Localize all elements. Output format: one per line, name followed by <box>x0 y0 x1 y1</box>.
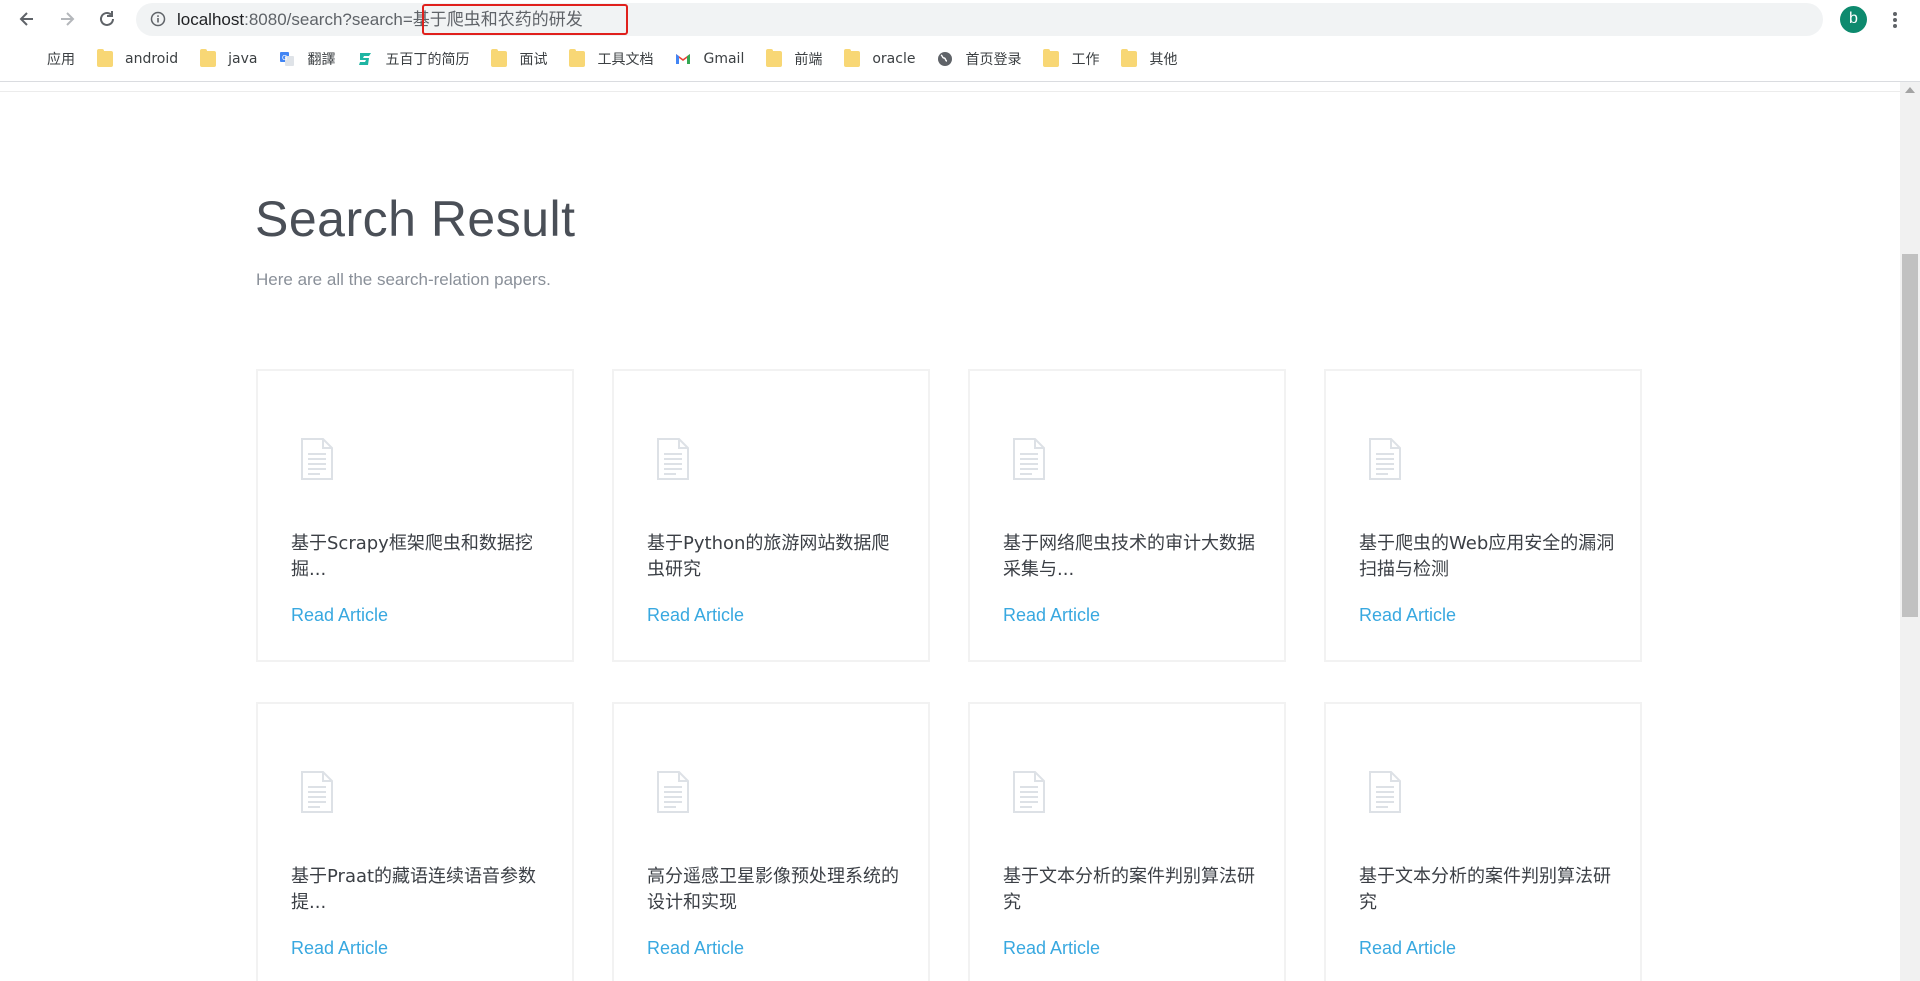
read-article-link[interactable]: Read Article <box>291 938 388 959</box>
page-title: Search Result <box>255 191 576 247</box>
gmail-icon <box>676 54 691 64</box>
card-title: 基于Scrapy框架爬虫和数据挖掘... <box>291 533 533 580</box>
read-article-link[interactable]: Read Article <box>1003 938 1100 959</box>
result-card: 基于爬虫的Web应用安全的漏洞扫描与检测 Read Article <box>1324 369 1642 662</box>
page-content: Search Result Here are all the search-re… <box>0 82 1900 981</box>
card-title: 基于网络爬虫技术的审计大数据采集与... <box>1003 533 1255 580</box>
scroll-up-arrow-icon[interactable] <box>1905 87 1915 93</box>
bookmark-label: 其他 <box>1149 52 1178 68</box>
card-title: 基于爬虫的Web应用安全的漏洞扫描与检测 <box>1359 533 1615 580</box>
resume-site-icon <box>359 53 372 65</box>
bookmark-frontend[interactable]: 前端 <box>766 49 822 69</box>
reload-button[interactable] <box>94 6 120 32</box>
bookmark-android[interactable]: android <box>97 49 179 67</box>
document-icon <box>1013 771 1045 813</box>
more-menu-icon[interactable] <box>1885 8 1905 32</box>
result-card: 基于Praat的藏语连续语音参数提... Read Article <box>256 702 574 981</box>
card-title: 基于文本分析的案件判别算法研究 <box>1359 866 1611 913</box>
bookmark-label: android <box>125 51 179 67</box>
bookmark-oracle[interactable]: oracle <box>844 49 916 67</box>
bookmark-label: 翻譯 <box>307 52 336 68</box>
folder-icon <box>1121 49 1138 67</box>
bookmark-label: oracle <box>872 51 916 67</box>
read-article-link[interactable]: Read Article <box>1359 605 1456 626</box>
svg-text:G: G <box>282 55 287 62</box>
bookmark-label: 工具文档 <box>597 52 654 68</box>
translate-icon: G <box>280 52 295 66</box>
read-article-link[interactable]: Read Article <box>291 605 388 626</box>
document-icon <box>301 771 333 813</box>
forward-button[interactable] <box>54 6 80 32</box>
bookmark-label: 五百丁的简历 <box>385 52 470 68</box>
reload-icon <box>100 11 114 26</box>
document-icon <box>1369 771 1401 813</box>
bookmark-work[interactable]: 工作 <box>1043 49 1099 69</box>
back-button[interactable] <box>14 6 40 32</box>
bookmark-tool-docs[interactable]: 工具文档 <box>569 49 653 69</box>
bookmark-translate[interactable]: G 翻譯 <box>279 49 335 69</box>
bookmarks-bar: 应用 android java G 翻譯 五百丁的简历 面试 工具文档 Gmai… <box>0 44 1920 74</box>
bookmark-label: Gmail <box>703 51 745 67</box>
result-card: 基于文本分析的案件判别算法研究 Read Article <box>1324 702 1642 981</box>
result-card: 基于文本分析的案件判别算法研究 Read Article <box>968 702 1286 981</box>
folder-icon <box>766 49 783 67</box>
profile-avatar[interactable]: b <box>1840 6 1867 33</box>
folder-icon <box>844 49 861 67</box>
page-scrollbar[interactable] <box>1900 82 1920 981</box>
bookmark-other[interactable]: 其他 <box>1121 49 1177 69</box>
result-card: 基于网络爬虫技术的审计大数据采集与... Read Article <box>968 369 1286 662</box>
bookmark-apps[interactable]: 应用 <box>19 49 75 69</box>
bookmark-home-login[interactable]: 首页登录 <box>937 49 1021 69</box>
bookmark-interview[interactable]: 面试 <box>491 49 547 69</box>
arrow-left-icon <box>19 12 33 26</box>
info-icon[interactable] <box>150 11 166 27</box>
globe-icon <box>938 52 953 66</box>
card-title: 基于文本分析的案件判别算法研究 <box>1003 866 1255 913</box>
bookmark-java[interactable]: java <box>200 49 258 67</box>
browser-toolbar: localhost:8080/search?search=基于爬虫和农药的研发 … <box>0 0 1920 38</box>
read-article-link[interactable]: Read Article <box>1003 605 1100 626</box>
card-title: 高分遥感卫星影像预处理系统的设计和实现 <box>647 866 899 913</box>
page-subtitle: Here are all the search-relation papers. <box>256 270 551 289</box>
bookmark-label: 应用 <box>47 52 75 68</box>
result-card: 高分遥感卫星影像预处理系统的设计和实现 Read Article <box>612 702 930 981</box>
arrow-right-icon <box>61 12 75 26</box>
read-article-link[interactable]: Read Article <box>647 938 744 959</box>
bookmark-resume[interactable]: 五百丁的简历 <box>357 49 469 69</box>
folder-icon <box>491 49 508 67</box>
bookmark-label: 面试 <box>519 52 548 68</box>
address-bar[interactable]: localhost:8080/search?search=基于爬虫和农药的研发 <box>136 3 1823 36</box>
bookmark-label: java <box>228 51 258 67</box>
header-divider <box>0 91 1900 92</box>
result-card: 基于Scrapy框架爬虫和数据挖掘... Read Article <box>256 369 574 662</box>
url-highlight-box <box>422 4 628 35</box>
read-article-link[interactable]: Read Article <box>647 605 744 626</box>
document-icon <box>1013 438 1045 480</box>
scrollbar-thumb[interactable] <box>1902 254 1918 617</box>
results-grid: 基于Scrapy框架爬虫和数据挖掘... Read Article 基于Pyth… <box>256 369 1644 981</box>
card-title: 基于Python的旅游网站数据爬虫研究 <box>647 533 890 580</box>
bookmark-label: 前端 <box>794 52 823 68</box>
apps-grid-icon <box>19 51 35 67</box>
folder-icon <box>200 49 217 67</box>
folder-icon <box>569 49 586 67</box>
result-card: 基于Python的旅游网站数据爬虫研究 Read Article <box>612 369 930 662</box>
bookmark-label: 首页登录 <box>965 52 1022 68</box>
read-article-link[interactable]: Read Article <box>1359 938 1456 959</box>
card-title: 基于Praat的藏语连续语音参数提... <box>291 866 537 913</box>
document-icon <box>657 438 689 480</box>
folder-icon <box>1043 49 1060 67</box>
folder-icon <box>97 49 113 67</box>
document-icon <box>301 438 333 480</box>
document-icon <box>657 771 689 813</box>
document-icon <box>1369 438 1401 480</box>
bookmark-gmail[interactable]: Gmail <box>675 51 744 67</box>
url-host: localhost <box>177 10 245 29</box>
bookmark-label: 工作 <box>1071 52 1100 68</box>
